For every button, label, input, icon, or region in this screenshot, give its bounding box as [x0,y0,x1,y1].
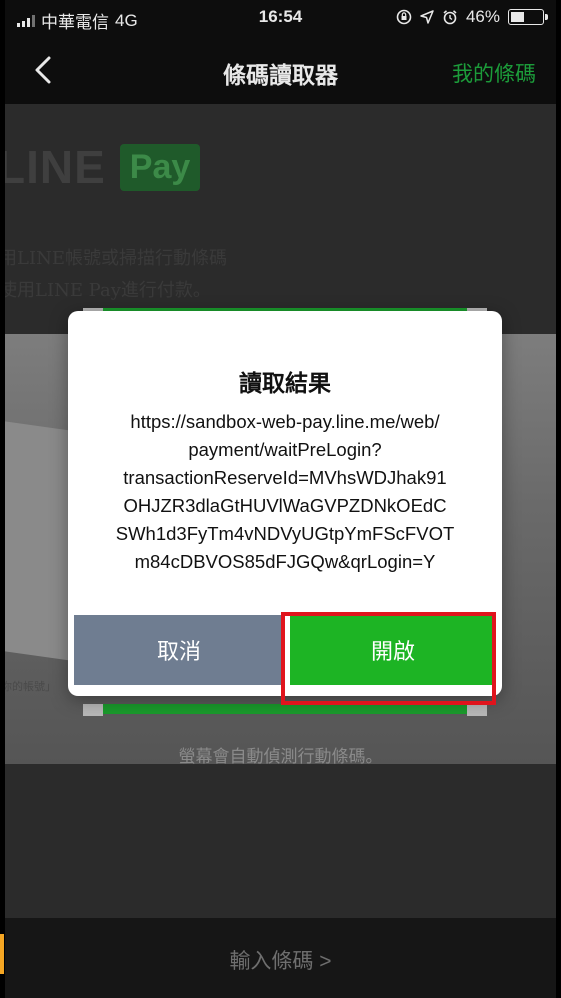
brand-line-text: LINE [5,141,106,193]
battery-icon [508,9,548,25]
dialog-title: 讀取結果 [239,370,331,396]
scan-frame-corner [83,704,103,716]
brand-pay-text: Pay [119,143,201,191]
back-button[interactable] [25,50,65,90]
chevron-left-icon [35,56,51,84]
camera-text-line-2: 使用LINE Pay進行付款。 [5,280,211,301]
orange-edge-tab [0,934,4,974]
alarm-icon [443,10,457,25]
enter-barcode-button[interactable]: 輸入條碼 > [5,918,556,998]
cancel-button[interactable]: 取消 [74,615,284,685]
dialog-message-line: payment/waitPreLogin? [188,439,382,460]
open-button[interactable]: 開啟 [290,615,496,685]
battery-level-fill [511,12,524,22]
dialog-message: https://sandbox-web-pay.line.me/web/ pay… [82,408,488,576]
my-barcode-link[interactable]: 我的條碼 [452,58,536,88]
camera-brand-logo: LINE Pay [5,140,201,194]
rotation-lock-icon [396,9,412,25]
scan-frame-bottom-bar [103,704,467,714]
dialog-message-line: SWh1d3FyTm4vNDVyUGtpYmFScFVOT [115,523,455,544]
scan-frame-corner [467,704,487,716]
battery-percent: 46% [465,7,500,26]
scan-result-dialog: 讀取結果 https://sandbox-web-pay.line.me/web… [68,311,502,696]
dialog-message-line: https://sandbox-web-pay.line.me/web/ [130,411,440,432]
dialog-message-line: OHJZR3dlaGtHUVlWaGVPZDNkOEdC [123,495,447,516]
camera-text-line-1: 用LINE帳號或掃描行動條碼 [5,248,227,269]
app-screen: 中華電信 4G 16:54 46% 條碼讀取器 我的條碼 LINE Pay 用L… [5,0,556,998]
status-right: 46% [396,7,548,27]
detect-hint: 螢幕會自動偵測行動條碼。 [178,747,383,766]
dialog-message-line: m84cDBVOS85dFJGQw&qrLogin=Y [134,551,436,572]
dialog-message-line: transactionReserveId=MVhsWDJhak91 [123,467,447,488]
enter-barcode-label: 輸入條碼 > [229,950,332,973]
camera-paper-text: 你的帳號」 [5,681,56,693]
status-bar: 中華電信 4G 16:54 46% [5,0,556,34]
nav-bar: 條碼讀取器 我的條碼 [5,34,556,104]
location-icon [420,10,434,24]
